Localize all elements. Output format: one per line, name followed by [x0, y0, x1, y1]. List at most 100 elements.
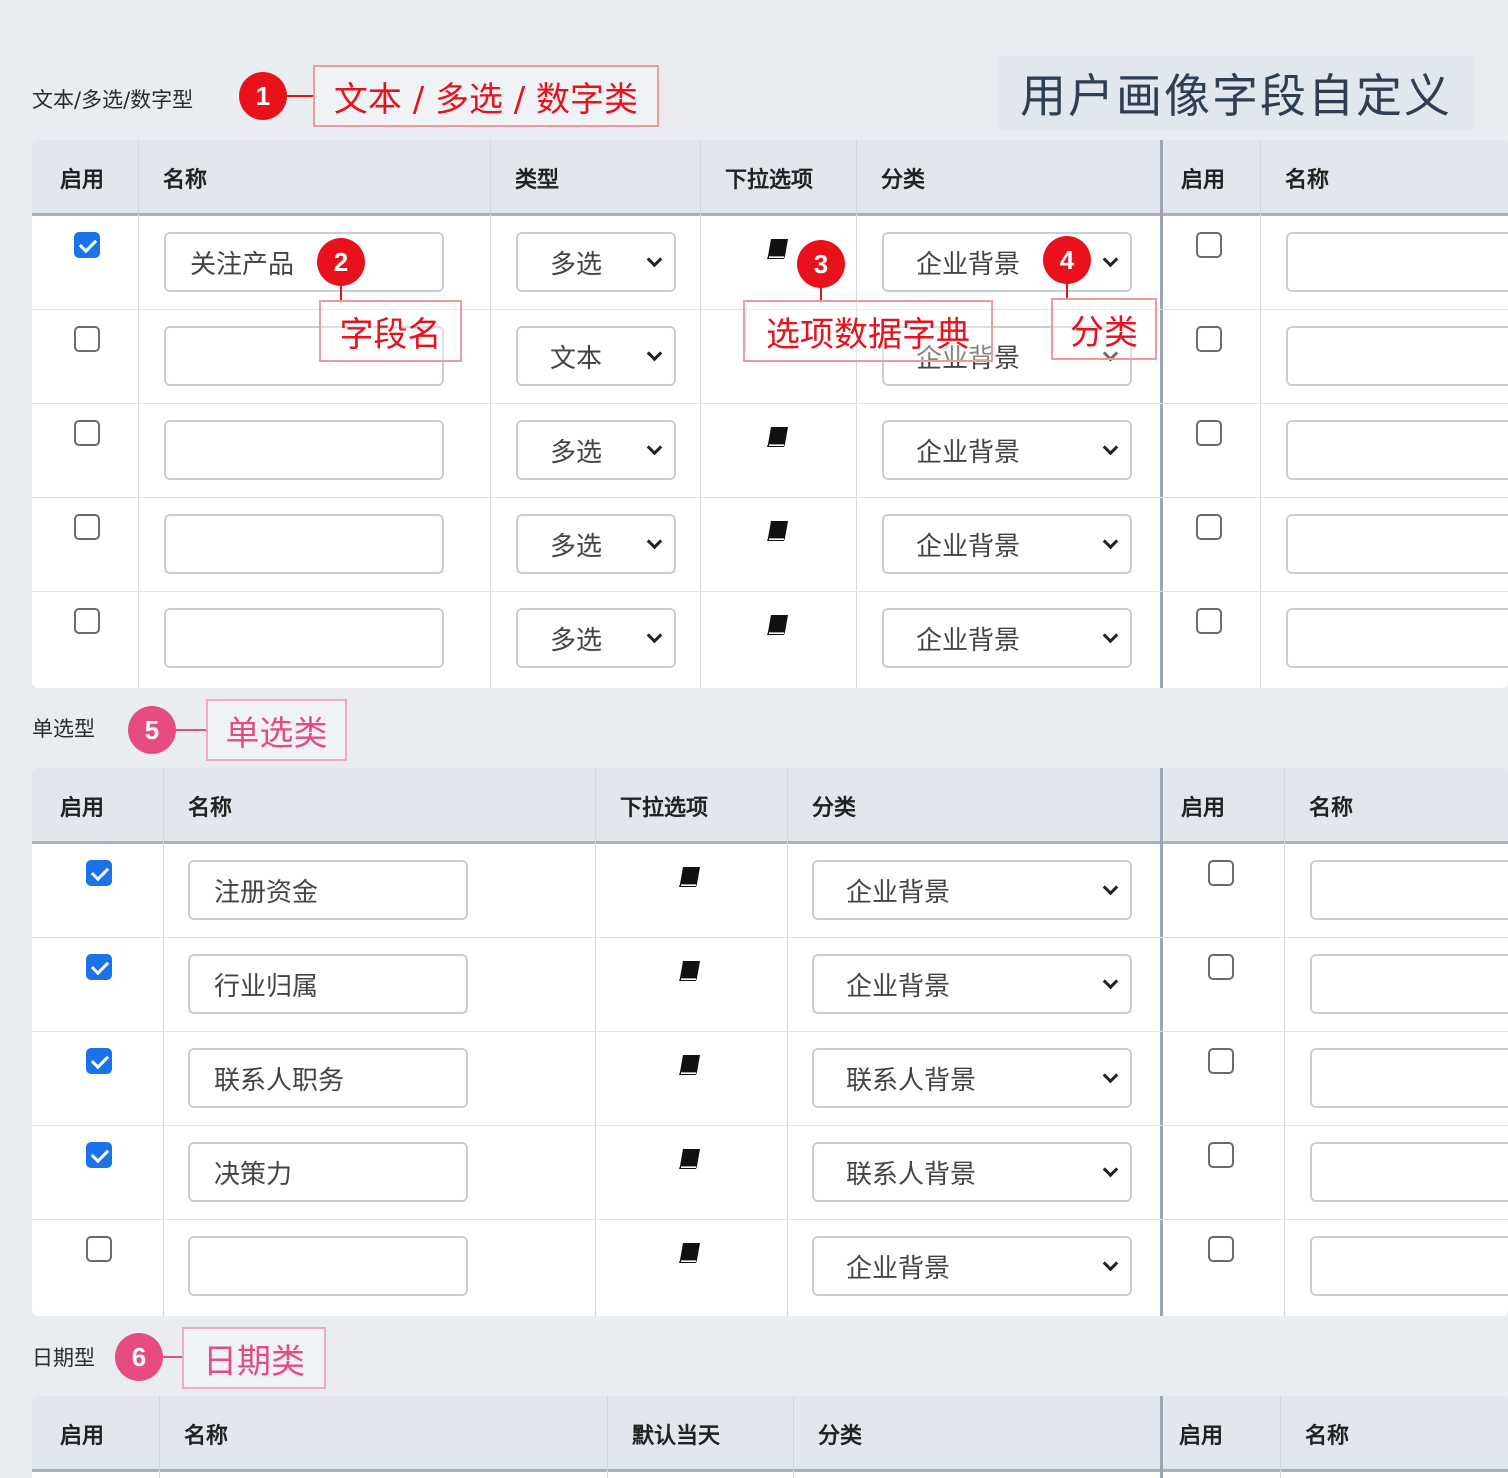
enabled-checkbox[interactable] [1208, 1236, 1234, 1262]
category-select[interactable]: 企业背景 [882, 420, 1132, 480]
column-divider [1160, 1396, 1163, 1478]
text-multi-number-table: 启用 名称 类型 下拉选项 分类 启用 名称 关注产品 多选 企业背景 文本 企… [32, 140, 1508, 688]
field-name-input[interactable]: 联系人职务 [188, 1048, 468, 1108]
header-name-2: 名称 [1285, 168, 1330, 193]
field-name-input[interactable]: 决策力 [188, 1142, 468, 1202]
header-dropdown-options: 下拉选项 [620, 796, 709, 821]
category-select-value: 联系人背景 [846, 1159, 977, 1190]
type-select-value: 多选 [550, 437, 603, 468]
header-name: 名称 [188, 796, 233, 821]
column-divider [1284, 768, 1285, 1316]
enabled-checkbox[interactable] [1208, 1048, 1234, 1074]
header-name: 名称 [163, 168, 208, 193]
field-name-input[interactable] [1310, 954, 1508, 1014]
field-name-input[interactable] [188, 1236, 468, 1296]
header-dropdown-options: 下拉选项 [725, 168, 814, 193]
chevron-down-icon [1102, 627, 1119, 644]
enabled-checkbox[interactable] [1196, 608, 1222, 634]
category-select[interactable]: 企业背景 [812, 860, 1132, 920]
field-name-input[interactable]: 关注产品 [164, 232, 444, 292]
enabled-checkbox[interactable] [86, 1236, 112, 1262]
type-select[interactable]: 多选 [516, 514, 676, 574]
enabled-checkbox[interactable] [1208, 1142, 1234, 1168]
field-name-input[interactable] [1310, 860, 1508, 920]
single-select-table: 启用 名称 下拉选项 分类 启用 名称 注册资金 企业背景 行业归属 企业背景 … [32, 768, 1508, 1316]
enabled-checkbox[interactable] [86, 860, 112, 886]
row-divider [32, 1031, 1508, 1032]
book-icon[interactable] [765, 237, 791, 261]
enabled-checkbox[interactable] [86, 1142, 112, 1168]
table-header [32, 768, 1508, 844]
enabled-checkbox[interactable] [86, 1048, 112, 1074]
field-name-input[interactable] [1310, 1048, 1508, 1108]
field-name-input[interactable]: 行业归属 [188, 954, 468, 1014]
type-select[interactable]: 文本 [516, 326, 676, 386]
chevron-down-icon [1102, 1161, 1119, 1178]
header-name-2: 名称 [1309, 796, 1354, 821]
book-icon[interactable] [677, 1053, 703, 1077]
category-select[interactable]: 联系人背景 [812, 1142, 1132, 1202]
header-name-2: 名称 [1305, 1424, 1350, 1449]
book-icon[interactable] [677, 1147, 703, 1171]
type-select-value: 多选 [550, 625, 603, 656]
enabled-checkbox[interactable] [1196, 514, 1222, 540]
book-icon[interactable] [765, 425, 791, 449]
field-name-input[interactable]: 注册资金 [188, 860, 468, 920]
type-select[interactable]: 多选 [516, 420, 676, 480]
category-select[interactable]: 企业背景 [882, 232, 1132, 292]
category-select-value: 企业背景 [916, 249, 1021, 280]
enabled-checkbox[interactable] [1208, 954, 1234, 980]
date-table: 启用 名称 默认当天 分类 启用 名称 [32, 1396, 1508, 1478]
field-name-input[interactable] [1310, 1142, 1508, 1202]
column-divider [1260, 140, 1261, 688]
annotation-leader [340, 286, 342, 300]
column-divider [595, 768, 596, 1316]
field-name-input[interactable] [1310, 1236, 1508, 1296]
book-icon[interactable] [765, 519, 791, 543]
category-select[interactable]: 联系人背景 [812, 1048, 1132, 1108]
book-icon[interactable] [677, 1241, 703, 1265]
category-select[interactable]: 企业背景 [812, 1236, 1132, 1296]
enabled-checkbox[interactable] [1196, 232, 1222, 258]
field-name-input[interactable] [164, 420, 444, 480]
field-name-input[interactable] [164, 608, 444, 668]
book-icon[interactable] [765, 613, 791, 637]
annotation-badge-6: 6 [115, 1333, 163, 1381]
enabled-checkbox[interactable] [1208, 860, 1234, 886]
section-label-single-select: 单选型 [32, 717, 95, 741]
annotation-callout-3: 选项数据字典 [743, 300, 993, 362]
type-select[interactable]: 多选 [516, 232, 676, 292]
enabled-checkbox[interactable] [74, 232, 100, 258]
category-select[interactable]: 企业背景 [812, 954, 1132, 1014]
enabled-checkbox[interactable] [74, 420, 100, 446]
enabled-checkbox[interactable] [74, 514, 100, 540]
enabled-checkbox[interactable] [74, 608, 100, 634]
book-icon[interactable] [677, 865, 703, 889]
enabled-checkbox[interactable] [86, 954, 112, 980]
chevron-down-icon [1102, 1067, 1119, 1084]
chevron-down-icon [646, 345, 663, 362]
enabled-checkbox[interactable] [1196, 420, 1222, 446]
field-name-input[interactable] [164, 514, 444, 574]
book-icon[interactable] [677, 959, 703, 983]
category-select-value: 联系人背景 [846, 1065, 977, 1096]
annotation-badge-4: 4 [1043, 236, 1091, 284]
header-enabled-2: 启用 [1181, 796, 1226, 821]
column-divider [787, 768, 788, 1316]
enabled-checkbox[interactable] [74, 326, 100, 352]
chevron-down-icon [646, 439, 663, 456]
category-select[interactable]: 企业背景 [882, 608, 1132, 668]
category-select-value: 企业背景 [846, 877, 951, 908]
annotation-callout-1: 文本 / 多选 / 数字类 [313, 65, 659, 127]
category-select[interactable]: 企业背景 [882, 514, 1132, 574]
type-select[interactable]: 多选 [516, 608, 676, 668]
header-type: 类型 [515, 168, 560, 193]
field-name-input[interactable] [1286, 420, 1508, 480]
field-name-input[interactable] [1286, 232, 1508, 292]
field-name-input[interactable] [1286, 608, 1508, 668]
field-name-input[interactable] [1286, 326, 1508, 386]
category-select-value: 企业背景 [846, 1253, 951, 1284]
chevron-down-icon [1102, 251, 1119, 268]
field-name-input[interactable] [1286, 514, 1508, 574]
enabled-checkbox[interactable] [1196, 326, 1222, 352]
